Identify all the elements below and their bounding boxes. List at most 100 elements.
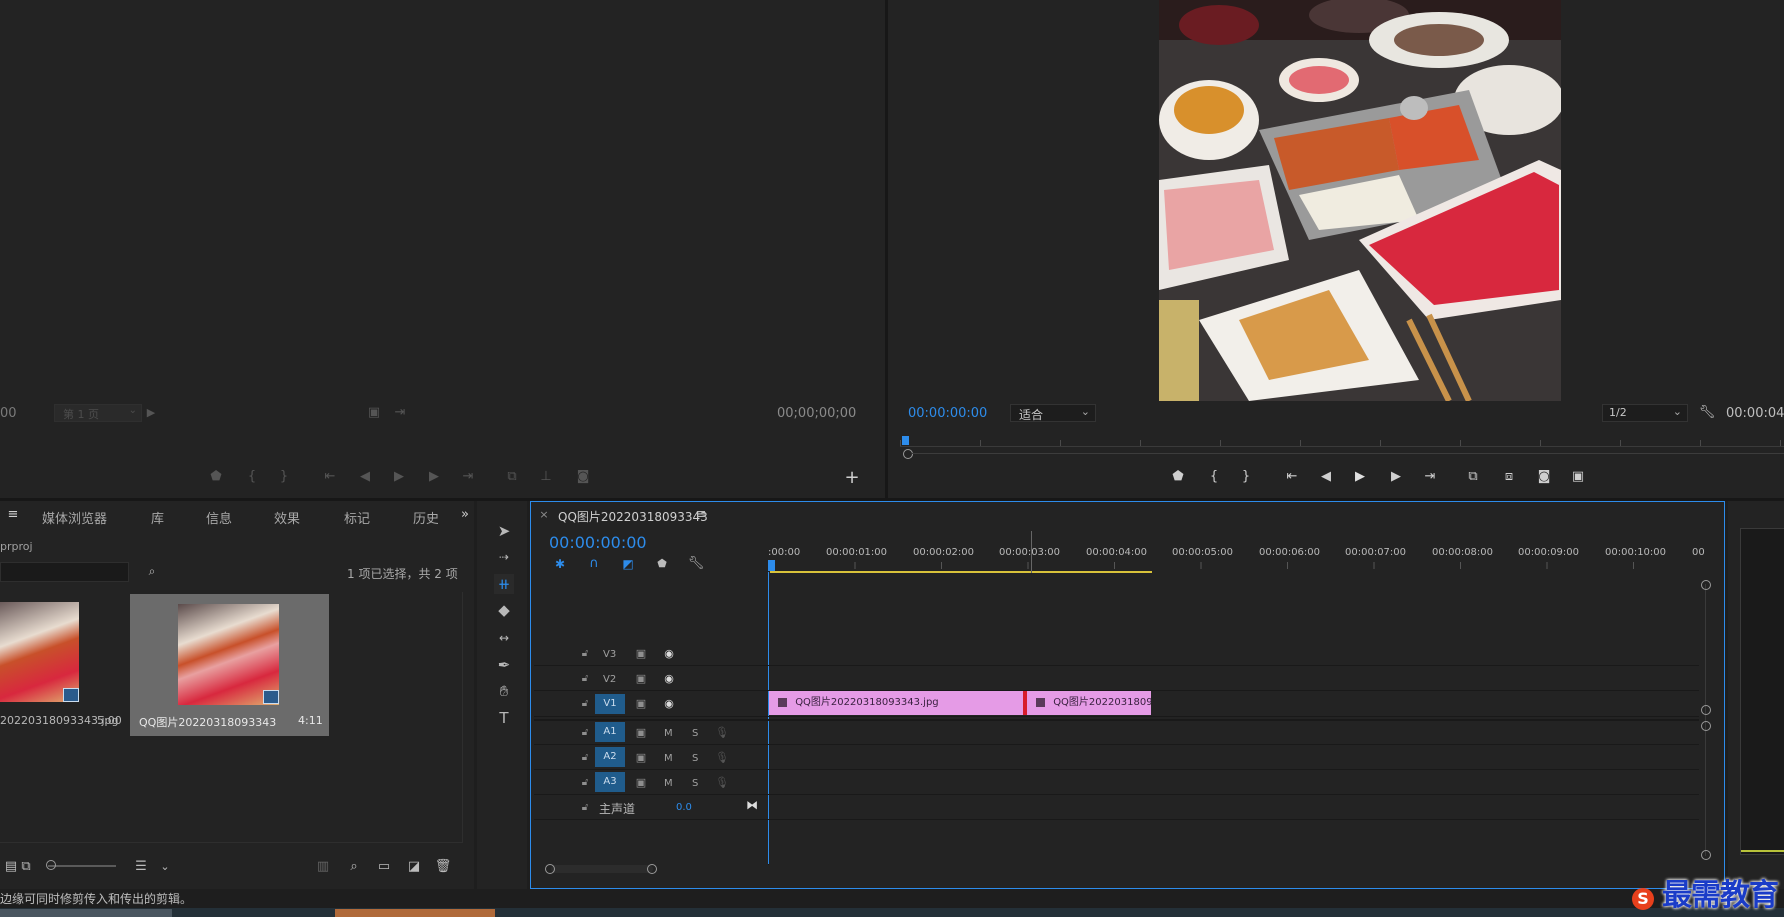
go-to-in-icon[interactable]: ⇤ xyxy=(321,469,339,485)
go-to-out-icon[interactable]: ⇥ xyxy=(459,469,477,485)
track-label-a1[interactable]: A1 xyxy=(595,722,625,742)
lock-icon[interactable]: 🔓︎ xyxy=(576,696,594,712)
step-forward-icon[interactable]: ▶ xyxy=(1387,469,1405,485)
add-button-icon[interactable]: + xyxy=(843,469,861,487)
search-input[interactable] xyxy=(0,562,129,582)
zoom-slider[interactable] xyxy=(46,860,116,870)
automate-to-sequence-icon[interactable]: ▥ xyxy=(314,859,332,875)
hand-tool-icon[interactable]: ✋︎ xyxy=(494,681,514,701)
lock-icon[interactable]: 🔓︎ xyxy=(576,800,594,816)
mark-out-icon[interactable]: } xyxy=(275,469,293,485)
track-label-v2[interactable]: V2 xyxy=(603,674,616,685)
work-area-bar[interactable] xyxy=(770,571,1152,573)
resolution-select[interactable]: 1/2 ⌄ xyxy=(1602,404,1688,422)
mark-in-icon[interactable]: { xyxy=(1205,469,1223,485)
sync-lock-icon[interactable]: ▣ xyxy=(632,646,650,662)
vertical-scroll-track[interactable] xyxy=(1705,584,1706,856)
step-back-icon[interactable]: ◀ xyxy=(356,469,374,485)
track-label-a2[interactable]: A2 xyxy=(595,747,625,767)
track-label-v1[interactable]: V1 xyxy=(595,694,625,714)
search-icon[interactable]: ⌕ xyxy=(345,859,363,875)
solo-button[interactable]: S xyxy=(692,728,698,739)
lock-icon[interactable]: 🔓︎ xyxy=(576,671,594,687)
fit-select[interactable]: 适合 ⌄ xyxy=(1010,404,1096,422)
insert-icon[interactable]: ⧉ xyxy=(503,469,521,485)
sync-lock-icon[interactable]: ▣ xyxy=(632,750,650,766)
mark-in-icon[interactable]: { xyxy=(243,469,261,485)
track-select-tool-icon[interactable]: ⇢ xyxy=(494,547,514,567)
go-to-edit-point-icon[interactable]: ⧓ xyxy=(743,797,761,813)
project-item[interactable]: 20220318093343.jpg 5:00 xyxy=(0,594,128,736)
zoom-scroll-track[interactable] xyxy=(912,453,1784,454)
slip-tool-icon[interactable]: ↔ xyxy=(494,628,514,648)
lock-icon[interactable]: 🔓︎ xyxy=(576,646,594,662)
taskbar-item[interactable] xyxy=(0,909,172,917)
extract-icon[interactable]: ⧈ xyxy=(1500,469,1518,485)
horizontal-scroll-handle[interactable] xyxy=(545,864,555,874)
eye-icon[interactable]: ◉ xyxy=(660,671,678,687)
pen-tool-icon[interactable]: ✒ xyxy=(494,655,514,675)
nest-icon[interactable]: ✱ xyxy=(551,556,569,572)
sync-lock-icon[interactable]: ▣ xyxy=(632,775,650,791)
zoom-slider-handle[interactable] xyxy=(46,860,56,870)
timeline-clip[interactable]: QQ图片20220318093343.jpg xyxy=(769,691,1023,715)
icon-view-icon[interactable]: ⧉ xyxy=(17,859,35,875)
panel-menu-icon[interactable]: ≡ xyxy=(692,507,710,523)
track-label-v3[interactable]: V3 xyxy=(603,649,616,660)
lock-icon[interactable]: 🔓︎ xyxy=(576,750,594,766)
horizontal-scroll-handle[interactable] xyxy=(647,864,657,874)
master-volume-value[interactable]: 0.0 xyxy=(676,802,692,813)
tab-info[interactable]: 信息 xyxy=(206,508,232,527)
more-tabs-icon[interactable]: » xyxy=(456,507,474,523)
vertical-scroll-handle[interactable] xyxy=(1701,721,1711,731)
marker-icon[interactable]: ⬟ xyxy=(1169,469,1187,485)
sequence-tab[interactable]: QQ图片20220318093343 xyxy=(558,508,708,525)
snap-icon[interactable]: ∩ xyxy=(585,556,603,572)
microphone-icon[interactable]: 🎙︎ xyxy=(713,750,731,766)
selection-tool-icon[interactable]: ➤ xyxy=(494,521,514,541)
tab-history[interactable]: 历史 xyxy=(413,508,438,527)
vertical-scroll-handle[interactable] xyxy=(1701,580,1711,590)
ripple-edit-tool-icon[interactable]: ⧺ xyxy=(494,574,514,594)
program-scrub-bar[interactable] xyxy=(900,436,1784,450)
eye-icon[interactable]: ◉ xyxy=(660,696,678,712)
microphone-icon[interactable]: 🎙︎ xyxy=(713,725,731,741)
taskbar-item-active[interactable] xyxy=(335,909,495,917)
overwrite-icon[interactable]: ⊥ xyxy=(537,469,555,485)
razor-tool-icon[interactable]: ◆ xyxy=(494,600,514,620)
lock-icon[interactable]: 🔓︎ xyxy=(576,775,594,791)
sort-icon[interactable]: ☰ xyxy=(132,859,150,875)
mute-button[interactable]: M xyxy=(664,753,673,764)
solo-button[interactable]: S xyxy=(692,753,698,764)
tab-effects[interactable]: 效果 xyxy=(274,508,300,527)
add-marker-icon[interactable]: ⬟ xyxy=(653,556,671,572)
tab-media-browser[interactable]: 媒体浏览器 xyxy=(42,508,107,527)
program-timecode[interactable]: 00:00:00:00 xyxy=(908,406,987,421)
vertical-scroll-handle[interactable] xyxy=(1701,850,1711,860)
zoom-scroll-handle[interactable] xyxy=(903,449,913,459)
timeline-clip[interactable]: QQ图片20220318093 xyxy=(1027,691,1151,715)
wrench-icon[interactable]: 🔧︎ xyxy=(687,556,705,572)
go-to-in-icon[interactable]: ⇤ xyxy=(1283,469,1301,485)
camera-icon[interactable]: ◙ xyxy=(574,469,592,485)
horizontal-scroll-bar[interactable] xyxy=(551,865,653,873)
play-icon[interactable]: ▶ xyxy=(390,469,408,485)
panel-menu-icon[interactable]: ≡ xyxy=(4,507,22,523)
sync-lock-icon[interactable]: ▣ xyxy=(632,671,650,687)
mute-button[interactable]: M xyxy=(664,778,673,789)
wrench-icon[interactable]: 🔧︎ xyxy=(1698,405,1716,421)
mark-out-icon[interactable]: } xyxy=(1237,469,1255,485)
go-to-out-icon[interactable]: ⇥ xyxy=(1421,469,1439,485)
find-folder-icon[interactable]: ⌕ xyxy=(143,563,161,579)
close-icon[interactable]: × xyxy=(535,507,553,523)
new-item-icon[interactable]: ◪ xyxy=(405,859,423,875)
chevron-down-icon[interactable]: ⌄ xyxy=(156,859,174,875)
trash-icon[interactable]: 🗑︎ xyxy=(434,859,452,875)
step-back-icon[interactable]: ◀ xyxy=(1317,469,1335,485)
project-item-selected[interactable]: QQ图片20220318093343 4:11 xyxy=(130,594,329,736)
new-bin-icon[interactable]: ▭ xyxy=(375,859,393,875)
eye-icon[interactable]: ◉ xyxy=(660,646,678,662)
type-tool-icon[interactable]: T xyxy=(494,708,514,728)
playhead-marker[interactable] xyxy=(902,436,909,445)
tab-libraries[interactable]: 库 xyxy=(151,508,164,527)
